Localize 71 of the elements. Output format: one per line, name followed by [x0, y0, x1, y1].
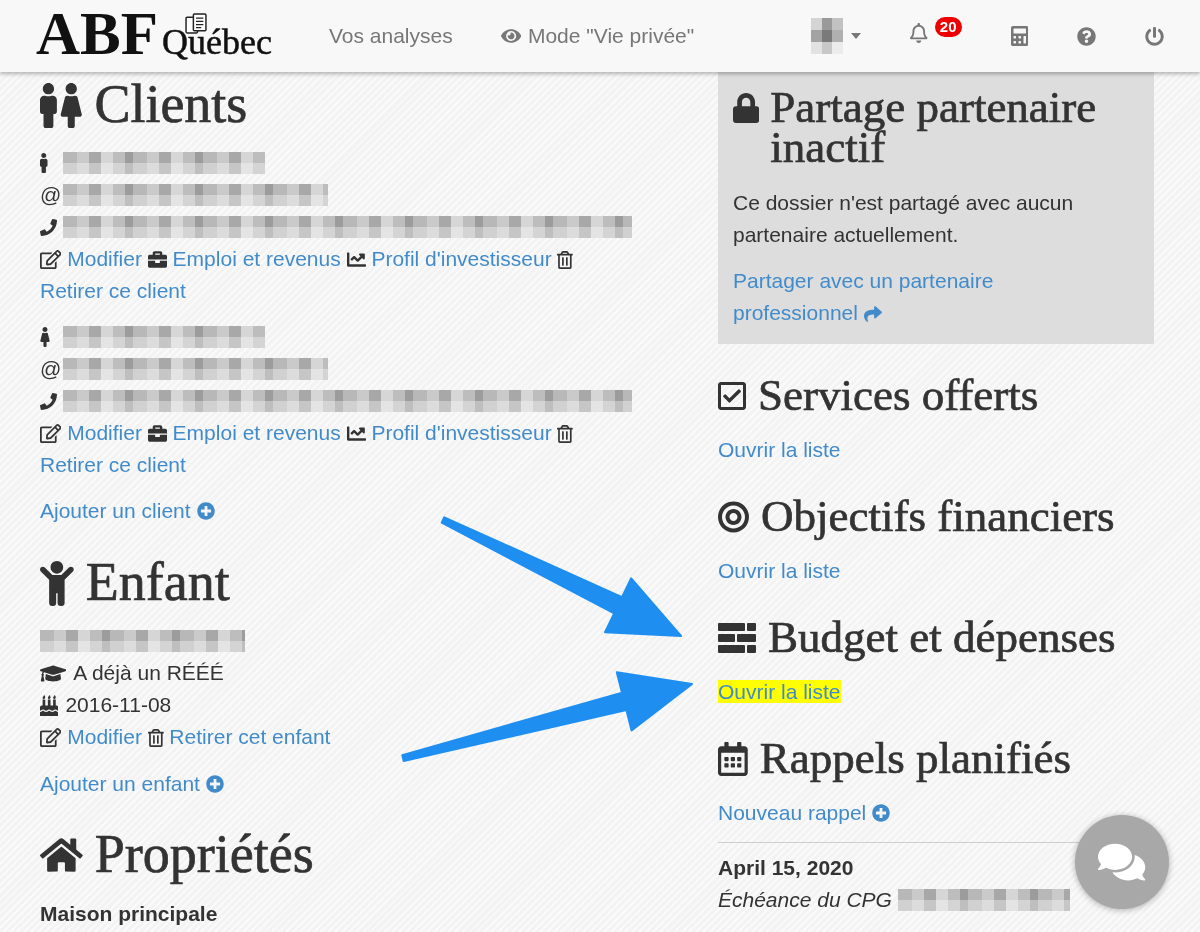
- line-chart-icon: [346, 250, 366, 269]
- section-heading: Services offerts: [758, 371, 1039, 421]
- add-link[interactable]: Ajouter un client: [40, 495, 215, 527]
- bullseye-icon: [718, 501, 749, 533]
- edit-icon: [40, 424, 62, 443]
- logo-text[interactable]: ABF: [36, 3, 158, 64]
- reminder-date: April 15, 2020: [718, 855, 854, 881]
- list-bars-icon: [718, 623, 756, 653]
- avatar-placeholder[interactable]: [811, 18, 844, 54]
- lock-icon: [733, 93, 760, 123]
- section-heading: Objectifs financiers: [761, 492, 1115, 542]
- man-icon: [40, 153, 48, 173]
- bell-icon[interactable]: [910, 23, 928, 43]
- edit-icon: [40, 728, 62, 747]
- logo-subtext[interactable]: Québec: [162, 22, 272, 62]
- panel-title: Partage partenaire inactif: [770, 87, 1098, 167]
- phone-icon: [40, 392, 57, 410]
- at-symbol: @: [40, 356, 62, 382]
- chat-button[interactable]: [1075, 815, 1169, 909]
- panel-text: Ce dossier n'est partagé avec aucun partenaire actuellement.: [733, 190, 1075, 248]
- trash-icon: [557, 425, 574, 443]
- trash-icon: [147, 729, 164, 747]
- property-name: Maison principale: [40, 901, 218, 927]
- action-link[interactable]: Retirer ce client: [40, 279, 186, 302]
- nav-link[interactable]: Mode "Vie privée": [500, 24, 695, 48]
- man-icon: [40, 82, 57, 128]
- action-link[interactable]: Modifier: [67, 725, 142, 748]
- add-link[interactable]: Ajouter un enfant: [40, 768, 224, 800]
- action-link[interactable]: Retirer ce client: [40, 453, 186, 476]
- action-link[interactable]: Modifier: [67, 421, 142, 444]
- line-chart-icon: [346, 424, 366, 443]
- house-icon: [40, 836, 83, 874]
- action-link[interactable]: Emploi et revenus: [172, 421, 341, 444]
- reminder-text: Échéance du CPG: [718, 887, 892, 913]
- detail-text: A déjà un RÉÉÉ: [73, 660, 224, 686]
- share-link[interactable]: Partager avec un partenaire professionnel: [733, 265, 1005, 329]
- open-list-link[interactable]: Ouvrir la liste: [718, 559, 841, 582]
- section-heading: Rappels planifiés: [759, 734, 1071, 784]
- section-heading: Clients: [94, 75, 248, 135]
- open-list-link[interactable]: Ouvrir la liste: [718, 438, 841, 461]
- section-heading: Propriétés: [94, 825, 314, 885]
- action-link[interactable]: Profil d'investisseur: [371, 247, 552, 270]
- eye-icon: [500, 27, 521, 45]
- trash-icon: [557, 251, 574, 269]
- detail-text: 2016-11-08: [65, 692, 172, 718]
- help-icon[interactable]: [1077, 26, 1096, 46]
- action-link[interactable]: Emploi et revenus: [172, 247, 341, 270]
- woman-icon: [40, 327, 50, 347]
- edit-icon: [40, 250, 62, 269]
- briefcase-icon: [147, 424, 167, 443]
- section-heading: Enfant: [85, 553, 230, 613]
- at-symbol: @: [40, 182, 62, 208]
- speech-bubbles-icon: [1098, 841, 1146, 883]
- section-heading: Budget et dépenses: [768, 613, 1116, 663]
- phone-icon: [40, 218, 57, 236]
- open-list-link[interactable]: Ouvrir la liste: [718, 680, 841, 703]
- woman-icon: [59, 82, 83, 128]
- notification-badge: 20: [934, 17, 962, 37]
- curved-arrow-icon: [863, 305, 882, 323]
- child-icon: [40, 560, 74, 606]
- power-icon[interactable]: [1145, 26, 1164, 46]
- add-link[interactable]: Nouveau rappel: [718, 797, 891, 829]
- birthday-cake-icon: [40, 694, 59, 716]
- calculator-icon[interactable]: [1010, 26, 1028, 46]
- action-link[interactable]: Retirer cet enfant: [169, 725, 331, 748]
- nav-link[interactable]: Vos analyses: [328, 24, 453, 48]
- caret-down-icon[interactable]: [851, 33, 862, 39]
- calendar-icon: [718, 742, 748, 776]
- action-link[interactable]: Modifier: [67, 247, 142, 270]
- briefcase-icon: [147, 250, 167, 269]
- action-link[interactable]: Profil d'investisseur: [371, 421, 552, 444]
